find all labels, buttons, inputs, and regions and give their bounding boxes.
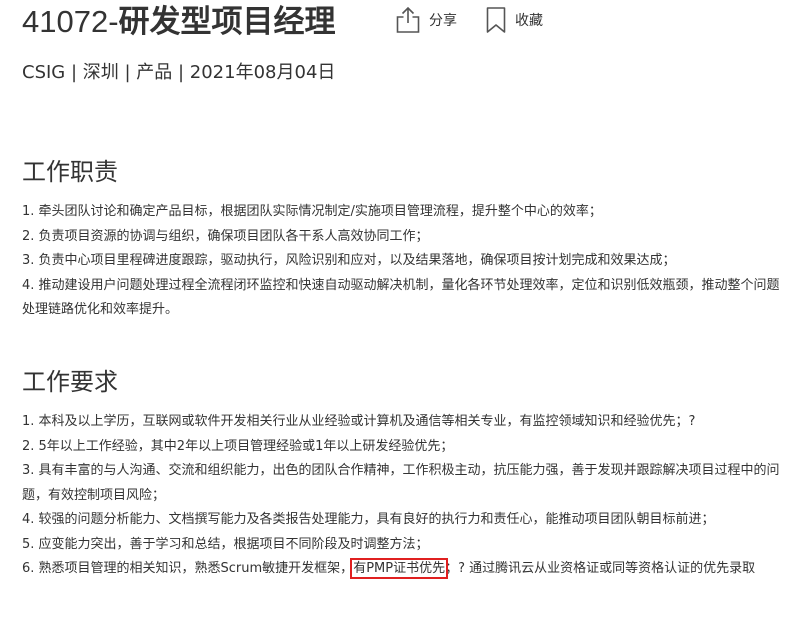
list-item: 4. 推动建设用户问题处理过程全流程闭环监控和快速自动驱动解决机制，量化各环节处… (22, 277, 780, 318)
duties-list: 1. 牵头团队讨论和确定产品目标，根据团队实际情况制定/实施项目管理流程，提升整… (22, 200, 784, 323)
favorite-button[interactable]: 收藏 (485, 4, 543, 36)
pmp-highlight: 有PMP证书优先 (350, 558, 449, 579)
requirements-list: 1. 本科及以上学历，互联网或软件开发相关行业从业经验或计算机及通信等相关专业，… (22, 410, 784, 582)
job-code: 41072- (22, 4, 119, 39)
job-name: 研发型项目经理 (118, 4, 336, 40)
list-item: 4. 较强的问题分析能力、文档撰写能力及各类报告处理能力，具有良好的执行力和责任… (22, 512, 715, 527)
list-item: 3. 具有丰富的与人沟通、交流和组织能力，出色的团队合作精神，工作积极主动，抗压… (22, 463, 780, 503)
share-button[interactable]: 分享 (395, 4, 457, 36)
list-item: 6. 熟悉项目管理的相关知识，熟悉Scrum敏捷开发框架，有PMP证书优先；? … (22, 557, 784, 582)
requirements-heading: 工作要求 (22, 368, 118, 396)
list-item: 2. 负责项目资源的协调与组织，确保项目团队各干系人高效协同工作； (22, 228, 429, 244)
favorite-label: 收藏 (515, 13, 543, 29)
list-item: 1. 本科及以上学历，互联网或软件开发相关行业从业经验或计算机及通信等相关专业，… (22, 414, 696, 429)
list-item: 3. 负责中心项目里程碑进度跟踪，驱动执行，风险识别和应对，以及结果落地，确保项… (22, 253, 676, 268)
list-item: 2. 5年以上工作经验，其中2年以上项目管理经验或1年以上研发经验优先； (22, 438, 454, 454)
bookmark-icon (485, 6, 507, 34)
list-item: 5. 应变能力突出，善于学习和总结，根据项目不同阶段及时调整方法； (22, 536, 429, 552)
item6-text-after: ；? 通过腾讯云从业资格证或同等资格认证的优先录取 (445, 561, 756, 576)
job-header: 41072-研发型项目经理 分享 收藏 (22, 0, 782, 46)
item6-text-before: 6. 熟悉项目管理的相关知识，熟悉Scrum敏捷开发框架， (22, 561, 354, 576)
duties-heading: 工作职责 (22, 158, 118, 186)
job-meta: CSIG | 深圳 | 产品 | 2021年08月04日 (22, 62, 336, 83)
share-icon (395, 6, 421, 34)
list-item: 1. 牵头团队讨论和确定产品目标，根据团队实际情况制定/实施项目管理流程，提升整… (22, 204, 602, 219)
share-label: 分享 (429, 13, 457, 29)
job-title: 41072-研发型项目经理 (22, 2, 336, 42)
